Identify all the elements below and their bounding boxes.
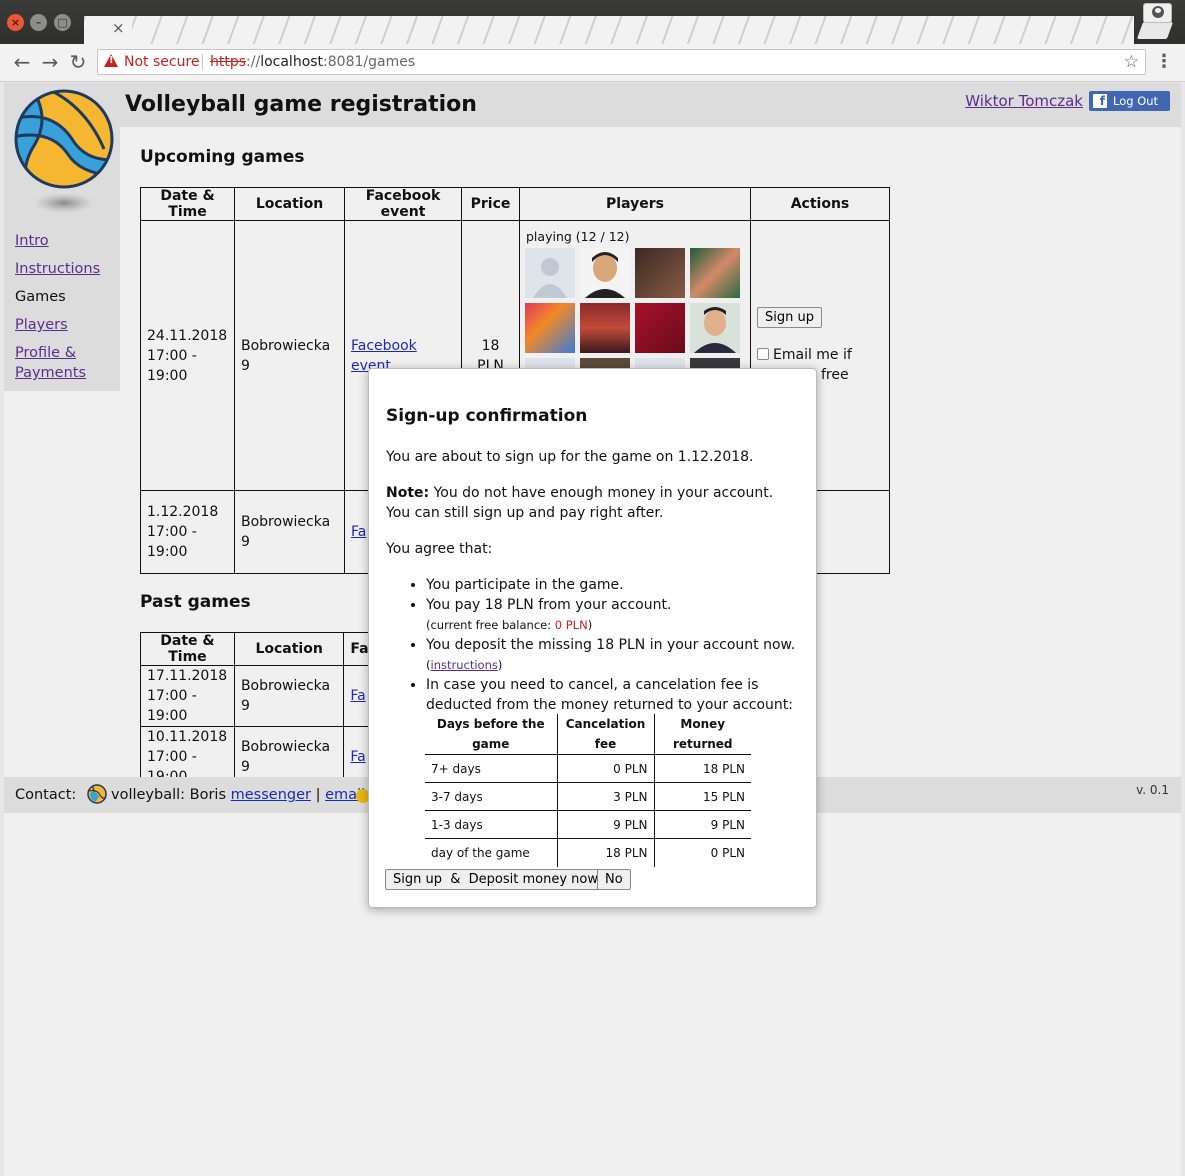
- past-games-heading: Past games: [140, 592, 251, 612]
- agreement-list: You participate in the game. You pay 18 …: [386, 575, 811, 715]
- user-profile-link[interactable]: Wiktor Tomczak: [965, 92, 1083, 110]
- list-item: In case you need to cancel, a cancelatio…: [426, 675, 811, 715]
- volleyball-icon: [87, 784, 107, 804]
- nav-players-link[interactable]: Players: [15, 315, 115, 335]
- messenger-link[interactable]: messenger: [231, 787, 311, 803]
- bookmark-star-icon[interactable]: ☆: [1124, 50, 1139, 74]
- dialog-title: Sign-up confirmation: [386, 406, 588, 426]
- signup-deposit-button[interactable]: Sign up & Deposit money now: [385, 869, 606, 890]
- player-avatar[interactable]: [690, 303, 740, 353]
- signup-confirmation-dialog: Sign-up confirmation You are about to si…: [368, 368, 817, 908]
- table-row: day of the game 18 PLN 0 PLN: [425, 838, 751, 867]
- facebook-event-link[interactable]: Fa: [350, 688, 365, 704]
- player-avatar[interactable]: [690, 248, 740, 298]
- game-location-cell: Bobrowiecka 9: [234, 490, 345, 574]
- dialog-intro: You are about to sign up for the game on…: [386, 449, 754, 465]
- facebook-logout-button[interactable]: f Log Out: [1089, 91, 1170, 111]
- game-date-cell: 17.11.2018 17:00 - 19:00: [140, 665, 235, 727]
- sidebar: Intro Instructions Games Players Profile…: [4, 83, 120, 391]
- dialog-agree-label: You agree that:: [386, 541, 493, 557]
- new-tab-button[interactable]: [1136, 22, 1174, 39]
- volleyball-logo-icon: [14, 89, 114, 213]
- nav-profile-payments-link[interactable]: Profile & Payments: [15, 343, 115, 383]
- col-days-before: Days before the game: [425, 714, 557, 755]
- col-date-time: Date & Time: [140, 632, 235, 666]
- facebook-event-link[interactable]: Fa: [350, 749, 365, 765]
- window-minimize-button[interactable]: –: [30, 14, 47, 31]
- facebook-event-link[interactable]: Fa: [351, 524, 366, 540]
- player-avatar[interactable]: [580, 248, 630, 298]
- tab-close-icon[interactable]: ×: [112, 19, 125, 37]
- forward-arrow-icon[interactable]: →: [39, 50, 61, 74]
- table-row: 1-3 days 9 PLN 9 PLN: [425, 810, 751, 839]
- col-location: Location: [234, 187, 345, 221]
- game-date-cell: 24.11.2018 17:00 - 19:00: [140, 220, 235, 491]
- no-button[interactable]: No: [597, 869, 631, 890]
- table-row: 3-7 days 3 PLN 15 PLN: [425, 782, 751, 811]
- contact-volleyball: volleyball: Boris messenger | email: [111, 787, 366, 803]
- table-header-row: Date & Time Location Fa: [140, 632, 380, 666]
- table-row: 17.11.2018 17:00 - 19:00 Bobrowiecka 9 Fa: [140, 665, 380, 727]
- window-maximize-button[interactable]: □: [54, 14, 71, 31]
- nav-instructions-link[interactable]: Instructions: [15, 259, 115, 279]
- playing-count: playing (12 / 12): [526, 229, 630, 244]
- browser-toolbar: ← → ↻ Not secure https://localhost:8081/…: [0, 44, 1185, 82]
- not-secure-label[interactable]: Not secure: [124, 50, 200, 74]
- back-arrow-icon[interactable]: ←: [11, 50, 33, 74]
- main-nav: Intro Instructions Games Players Profile…: [15, 231, 115, 391]
- profile-icon: [1152, 6, 1164, 18]
- upcoming-games-heading: Upcoming games: [140, 147, 305, 167]
- player-avatar[interactable]: [525, 248, 575, 298]
- table-row: 7+ days 0 PLN 18 PLN: [425, 754, 751, 783]
- table-header-row: Date & Time Location Facebook event Pric…: [140, 187, 890, 221]
- list-item: You pay 18 PLN from your account. (curre…: [426, 595, 811, 635]
- player-photo: [694, 307, 736, 353]
- dialog-note: Note: You do not have enough money in yo…: [386, 485, 774, 521]
- email-me-checkbox[interactable]: [757, 348, 769, 360]
- tab-strip: [84, 16, 1134, 44]
- logout-label: Log Out: [1113, 94, 1159, 108]
- reload-icon[interactable]: ↻: [67, 50, 89, 74]
- player-photo: [585, 252, 625, 298]
- list-item: You deposit the missing 18 PLN in your a…: [426, 635, 811, 675]
- player-avatar[interactable]: [635, 248, 685, 298]
- page-title: Volleyball game registration: [125, 92, 477, 117]
- sign-up-button[interactable]: Sign up: [757, 307, 822, 328]
- col-price: Price: [461, 187, 520, 221]
- table-header-row: Days before the game Cancelation fee Mon…: [425, 714, 751, 755]
- game-location-cell: Bobrowiecka 9: [234, 220, 345, 491]
- contact-label: Contact:: [15, 787, 77, 803]
- page-header: Volleyball game registration Wiktor Tomc…: [120, 83, 1181, 127]
- window-close-button[interactable]: ×: [7, 14, 24, 31]
- default-avatar-icon: [533, 258, 567, 298]
- free-balance-value: 0 PLN: [554, 618, 588, 632]
- list-item: You participate in the game.: [426, 575, 811, 595]
- player-avatar[interactable]: [580, 303, 630, 353]
- browser-menu-icon[interactable]: ⋮: [1155, 51, 1173, 72]
- past-games-table: Date & Time Location Fa 17.11.2018 17:00 …: [140, 632, 380, 788]
- profile-button[interactable]: [1143, 3, 1172, 23]
- cancelation-fee-table: Days before the game Cancelation fee Mon…: [425, 714, 751, 867]
- col-cancelation-fee: Cancelation fee: [556, 714, 654, 755]
- player-avatar[interactable]: [525, 303, 575, 353]
- col-actions: Actions: [750, 187, 890, 221]
- address-bar[interactable]: Not secure https://localhost:8081/games …: [97, 49, 1146, 75]
- player-avatar[interactable]: [635, 303, 685, 353]
- col-date-time: Date & Time: [140, 187, 235, 221]
- game-location-cell: Bobrowiecka 9: [233, 665, 345, 727]
- nav-intro-link[interactable]: Intro: [15, 231, 115, 251]
- app-version: v. 0.1: [1136, 783, 1169, 797]
- col-money-returned: Money returned: [653, 714, 751, 755]
- nav-games-link[interactable]: Games: [15, 287, 115, 307]
- col-players: Players: [519, 187, 751, 221]
- url-text[interactable]: https://localhost:8081/games: [210, 50, 415, 74]
- facebook-icon: f: [1093, 94, 1107, 108]
- game-date-cell: 1.12.2018 17:00 - 19:00: [140, 490, 235, 574]
- col-location: Location: [233, 632, 345, 666]
- instructions-link[interactable]: instructions: [431, 658, 498, 672]
- url-separator: [202, 54, 203, 70]
- col-facebook-event: Facebook event: [344, 187, 462, 221]
- warning-icon: [104, 54, 118, 67]
- window-titlebar: × – □ ×: [0, 0, 1185, 44]
